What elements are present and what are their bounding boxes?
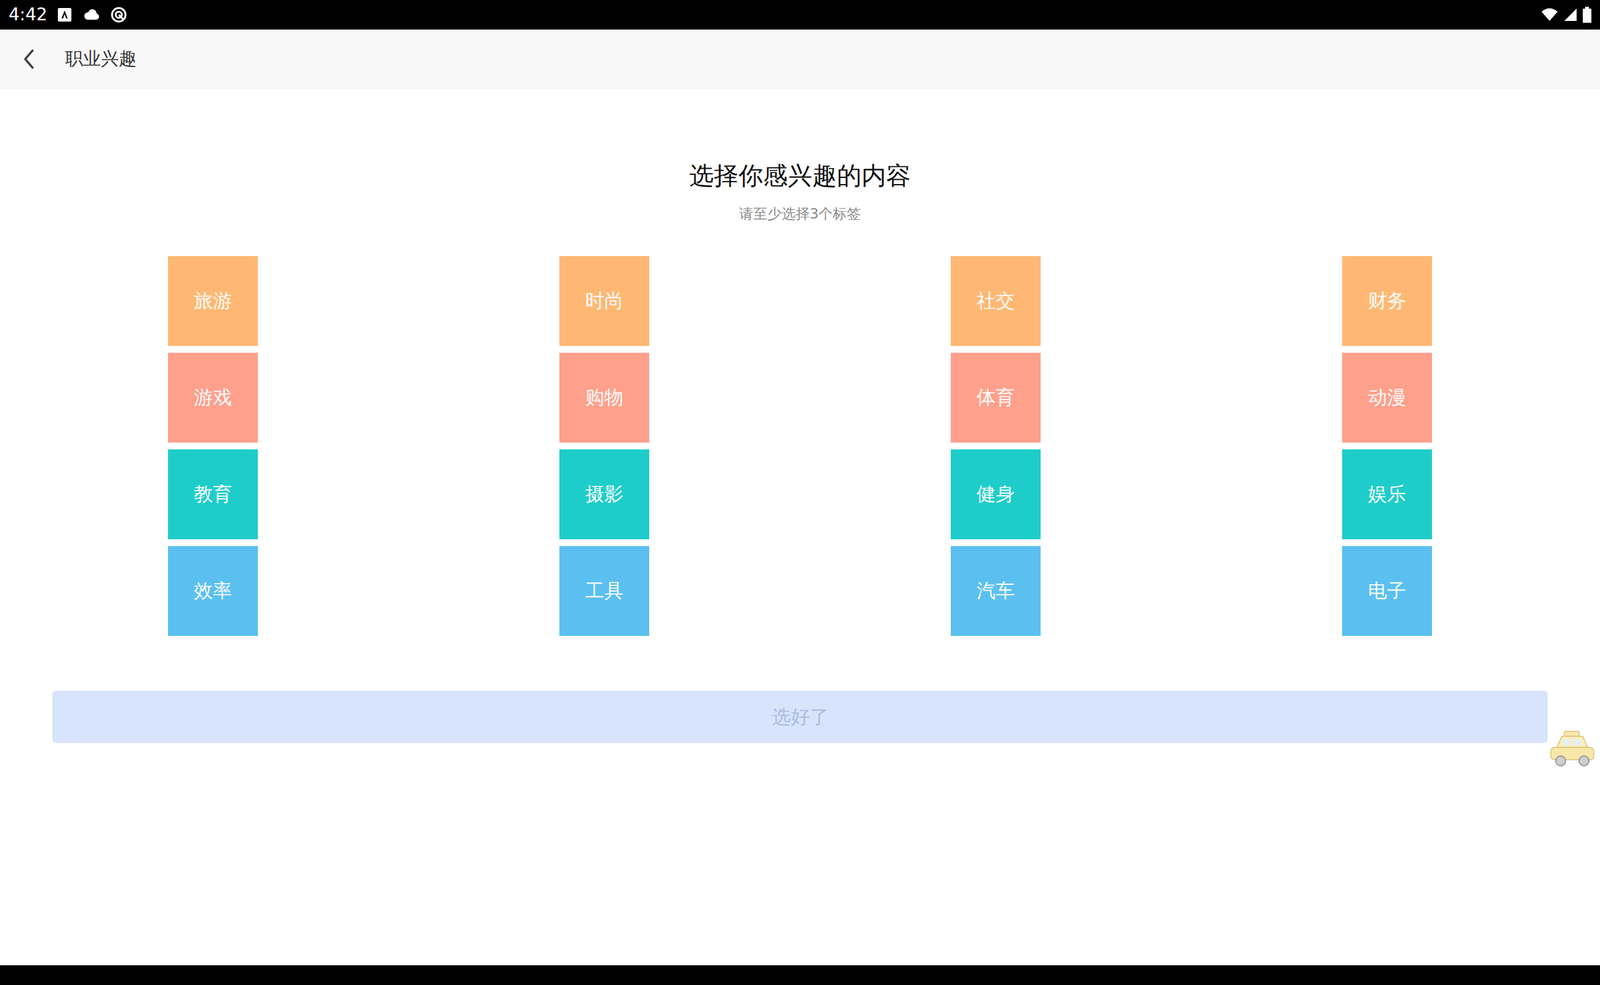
tag-fill: 工具: [559, 545, 650, 636]
tag-fill: 旅游: [168, 256, 258, 346]
tag-label: 社交: [976, 286, 1015, 316]
tag-tile[interactable]: 健身: [948, 447, 1043, 541]
tag-fill: 财务: [1342, 256, 1432, 346]
tag-tile[interactable]: 旅游: [166, 254, 260, 348]
cloud-icon: [81, 7, 101, 23]
tag-label: 购物: [585, 382, 624, 412]
notification-app-icon: [57, 7, 72, 23]
tag-tile[interactable]: 时尚: [557, 254, 652, 348]
tag-label: 体育: [976, 382, 1015, 412]
tag-label: 财务: [1368, 286, 1407, 316]
tag-tile[interactable]: 汽车: [948, 544, 1043, 638]
tag-tile[interactable]: 购物: [557, 350, 652, 445]
confirm-label: 选好了: [771, 705, 829, 728]
status-bar: 4:42: [0, 0, 1600, 30]
tag-label: 娱乐: [1368, 479, 1407, 509]
tag-fill: 摄影: [559, 449, 650, 540]
content-area: 选择你感兴趣的内容请至少选择3个标签旅游游戏教育效率 时尚购物摄影工具 社交体育健身…: [0, 88, 1600, 965]
tag-label: 效率: [193, 576, 232, 605]
tag-label: 工具: [585, 576, 624, 605]
tag-label: 动漫: [1368, 382, 1407, 412]
tag-tile[interactable]: 体育: [948, 350, 1043, 445]
subtitle: 请至少选择3个标签: [0, 205, 1600, 223]
tag-tile[interactable]: 游戏: [166, 350, 260, 445]
tag-column: 财务动漫娱乐电子: [1340, 254, 1434, 638]
battery-icon: [1582, 6, 1592, 23]
tag-tile[interactable]: 娱乐: [1340, 447, 1434, 541]
tag-fill: 游戏: [168, 352, 258, 443]
tag-grid: 旅游游戏教育效率 时尚购物摄影工具 社交体育健身汽车 财务动漫娱乐电子: [0, 254, 1600, 638]
signal-icon: [1563, 7, 1578, 23]
sync-icon: [110, 6, 128, 24]
tag-label: 健身: [976, 479, 1015, 509]
status-right: [1540, 6, 1592, 23]
status-time: 4:42: [8, 1, 48, 28]
system-nav-bar: [0, 964, 1600, 985]
back-arrow-icon[interactable]: [19, 46, 39, 72]
tag-fill: 健身: [950, 449, 1041, 540]
page-title: 职业兴趣: [65, 45, 137, 73]
tag-tile[interactable]: 效率: [166, 544, 260, 638]
tag-label: 摄影: [585, 479, 624, 509]
tag-fill: 动漫: [1342, 352, 1432, 443]
confirm-area: 选好了: [0, 690, 1600, 743]
tag-label: 汽车: [976, 576, 1015, 605]
tag-fill: 购物: [559, 352, 650, 443]
tag-fill: 体育: [950, 352, 1041, 443]
app-bar: 职业兴趣: [0, 29, 1600, 89]
tag-fill: 汽车: [950, 545, 1041, 636]
status-left: 4:42: [8, 1, 128, 28]
tag-tile[interactable]: 工具: [557, 544, 652, 638]
tag-column: 旅游游戏教育效率: [166, 254, 260, 638]
tag-column: 社交体育健身汽车: [948, 254, 1043, 638]
tag-label: 教育: [193, 479, 232, 509]
tag-tile[interactable]: 动漫: [1340, 350, 1434, 445]
taxi-icon[interactable]: [1548, 728, 1597, 770]
tag-tile[interactable]: 财务: [1340, 254, 1434, 348]
wifi-icon: [1540, 7, 1559, 23]
tag-column: 时尚购物摄影工具: [557, 254, 652, 638]
tag-label: 时尚: [585, 286, 624, 316]
tag-fill: 时尚: [559, 256, 650, 346]
tag-label: 游戏: [193, 382, 232, 412]
tag-tile[interactable]: 教育: [166, 447, 260, 541]
tag-fill: 效率: [168, 545, 258, 636]
tag-fill: 教育: [168, 449, 258, 540]
tag-fill: 社交: [950, 256, 1041, 346]
tag-label: 电子: [1368, 576, 1407, 605]
tag-fill: 电子: [1342, 545, 1432, 636]
confirm-button[interactable]: 选好了: [52, 690, 1548, 743]
tag-label: 旅游: [193, 286, 232, 316]
tag-tile[interactable]: 摄影: [557, 447, 652, 541]
tag-fill: 娱乐: [1342, 449, 1432, 540]
tag-tile[interactable]: 电子: [1340, 544, 1434, 638]
heading: 选择你感兴趣的内容: [0, 160, 1600, 191]
tag-tile[interactable]: 社交: [948, 254, 1043, 348]
